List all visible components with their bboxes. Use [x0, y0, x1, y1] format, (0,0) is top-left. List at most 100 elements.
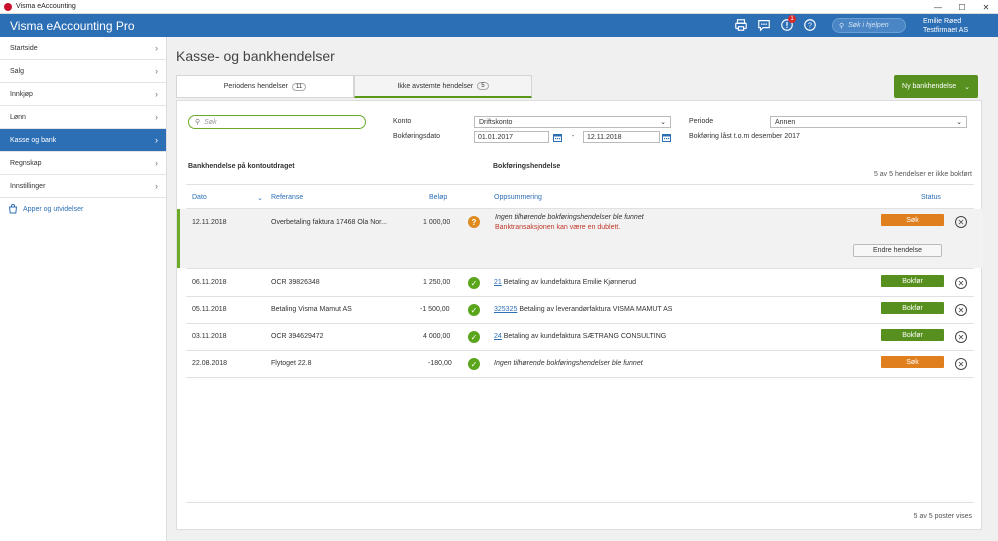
row-amount: 1 000,00 [423, 219, 451, 226]
column-header-amount[interactable]: Beløp [429, 194, 447, 201]
search-input[interactable]: ⚲ Søk [188, 115, 366, 129]
tab-periodens-hendelser[interactable]: Periodens hendelser 11 [176, 75, 354, 98]
unposted-summary: 5 av 5 hendelser er ikke bokført [873, 171, 972, 178]
row-summary: Ingen tilhørende bokføringshendelser ble… [495, 214, 644, 221]
dismiss-icon[interactable]: ✕ [955, 331, 967, 343]
search-match-button[interactable]: Søk [881, 214, 944, 226]
row-amount: 4 000,00 [423, 333, 451, 340]
calendar-icon[interactable] [662, 133, 671, 142]
period-value: Annen [775, 118, 796, 126]
notification-badge: 1 [788, 15, 796, 23]
table-row[interactable]: 03.11.2018 OCR 394629472 4 000,00 ✓ 24 B… [177, 324, 983, 351]
voucher-link[interactable]: 325325 [494, 306, 517, 313]
post-button[interactable]: Bokfør [881, 329, 944, 341]
help-search-input[interactable]: ⚲ Søk i hjelpen [832, 18, 906, 33]
sidebar-item-lonn[interactable]: Lønn › [0, 106, 166, 129]
user-menu[interactable]: Emilie Røed Testfirmaet AS [923, 17, 968, 35]
row-date: 12.11.2018 [192, 219, 227, 226]
table-row[interactable]: 06.11.2018 OCR 39826348 1 250,00 ✓ 21 Be… [177, 269, 983, 296]
search-icon: ⚲ [195, 119, 201, 126]
edit-event-button[interactable]: Endre hendelse [853, 244, 942, 257]
table-row[interactable]: 22.08.2018 Flytoget 22.8 -180,00 ✓ Ingen… [177, 351, 983, 378]
dismiss-icon[interactable]: ✕ [955, 304, 967, 316]
chevron-down-icon: ⌄ [660, 119, 666, 126]
notification-icon[interactable]: 1 [779, 15, 796, 33]
table-row[interactable]: 05.11.2018 Betaling Visma Mamut AS -1 50… [177, 297, 983, 324]
check-status-icon: ✓ [468, 331, 480, 343]
sidebar-item-label: Kasse og bank [10, 136, 57, 144]
check-status-icon: ✓ [468, 277, 480, 289]
question-status-icon: ? [468, 216, 480, 228]
posting-section-heading: Bokføringshendelse [493, 163, 561, 170]
divider [186, 184, 974, 185]
chevron-down-icon: ⌄ [956, 119, 962, 126]
row-reference: Betaling Visma Mamut AS [271, 306, 352, 313]
post-button[interactable]: Bokfør [881, 302, 944, 314]
period-label: Periode [689, 118, 714, 125]
check-status-icon: ✓ [468, 358, 480, 370]
date-from-input[interactable]: 01.01.2017 [474, 131, 549, 143]
window-titlebar: Visma eAccounting — ☐ ✕ [0, 0, 998, 14]
sidebar-item-label: Salg [10, 67, 25, 75]
column-header-summary[interactable]: Oppsummering [494, 194, 542, 201]
close-window-button[interactable]: ✕ [974, 0, 998, 14]
chevron-right-icon: › [155, 158, 158, 168]
row-date: 05.11.2018 [192, 306, 227, 313]
maximize-button[interactable]: ☐ [950, 0, 974, 14]
new-bank-event-button[interactable]: Ny bankhendelse ⌄ [894, 75, 978, 98]
printer-icon[interactable] [733, 17, 749, 33]
sort-chevron-icon[interactable]: ⌄ [257, 194, 263, 202]
account-select[interactable]: Driftskonto ⌄ [474, 116, 671, 128]
sidebar-item-startside[interactable]: Startside › [0, 37, 166, 60]
account-label: Konto [393, 118, 412, 125]
post-button[interactable]: Bokfør [881, 275, 944, 287]
column-header-reference[interactable]: Referanse [271, 194, 303, 201]
user-name: Emilie Røed [923, 18, 962, 25]
table-row[interactable]: 12.11.2018 Overbetaling faktura 17468 Ol… [177, 209, 983, 268]
chat-icon[interactable] [756, 17, 772, 33]
sidebar-item-innkjop[interactable]: Innkjøp › [0, 83, 166, 106]
locked-note: Bokføring låst t.o.m desember 2017 [689, 133, 800, 140]
brand-title[interactable]: Visma eAccounting Pro [10, 19, 135, 33]
page-title: Kasse- og bankhendelser [176, 48, 335, 64]
date-to-input[interactable]: 12.11.2018 [583, 131, 660, 143]
sidebar-item-innstillinger[interactable]: Innstillinger › [0, 175, 166, 198]
row-summary-text: Betaling av kundefaktura SÆTRANG CONSULT… [503, 333, 667, 340]
events-panel: ⚲ Søk Konto Driftskonto ⌄ Bokføringsdato… [176, 100, 983, 530]
header-icons: 1 ? [733, 15, 818, 33]
voucher-link[interactable]: 21 [494, 279, 502, 286]
row-amount: 1 250,00 [423, 279, 451, 286]
calendar-icon[interactable] [553, 133, 562, 142]
search-placeholder: Søk [204, 118, 217, 126]
tab-ikke-avstemte-hendelser[interactable]: Ikke avstemte hendelser 5 [354, 75, 532, 98]
sidebar-item-regnskap[interactable]: Regnskap › [0, 152, 166, 175]
dismiss-icon[interactable]: ✕ [955, 358, 967, 370]
period-select[interactable]: Annen ⌄ [770, 116, 967, 128]
minimize-button[interactable]: — [926, 0, 950, 14]
apps-link[interactable]: Apper og utvidelser [0, 198, 166, 220]
dismiss-icon[interactable]: ✕ [955, 277, 967, 289]
column-header-date[interactable]: Dato [192, 194, 207, 201]
search-match-button[interactable]: Søk [881, 356, 944, 368]
sidebar-item-salg[interactable]: Salg › [0, 60, 166, 83]
sidebar-item-kasse-og-bank[interactable]: Kasse og bank › [0, 129, 166, 152]
chevron-right-icon: › [155, 89, 158, 99]
tab-bar: Periodens hendelser 11 Ikke avstemte hen… [176, 75, 532, 98]
tab-count: 5 [477, 82, 489, 90]
row-date: 22.08.2018 [192, 360, 228, 367]
account-value: Driftskonto [479, 118, 513, 126]
help-icon[interactable]: ? [802, 17, 818, 33]
sidebar-item-label: Innstillinger [10, 182, 46, 190]
chevron-down-icon: ⌄ [964, 83, 970, 91]
row-summary: 325325 Betaling av leverandørfaktura VIS… [494, 306, 672, 313]
app-header: Visma eAccounting Pro 1 ? ⚲ Søk i hjelpe… [0, 14, 998, 37]
search-icon: ⚲ [839, 22, 845, 30]
column-header-status[interactable]: Status [921, 194, 941, 201]
chevron-right-icon: › [155, 181, 158, 191]
row-summary: 21 Betaling av kundefaktura Emilie Kjønn… [494, 279, 636, 286]
svg-text:?: ? [808, 23, 812, 30]
dismiss-icon[interactable]: ✕ [955, 216, 967, 228]
row-date: 03.11.2018 [192, 333, 227, 340]
voucher-link[interactable]: 24 [494, 333, 502, 340]
date-separator: - [572, 133, 575, 140]
